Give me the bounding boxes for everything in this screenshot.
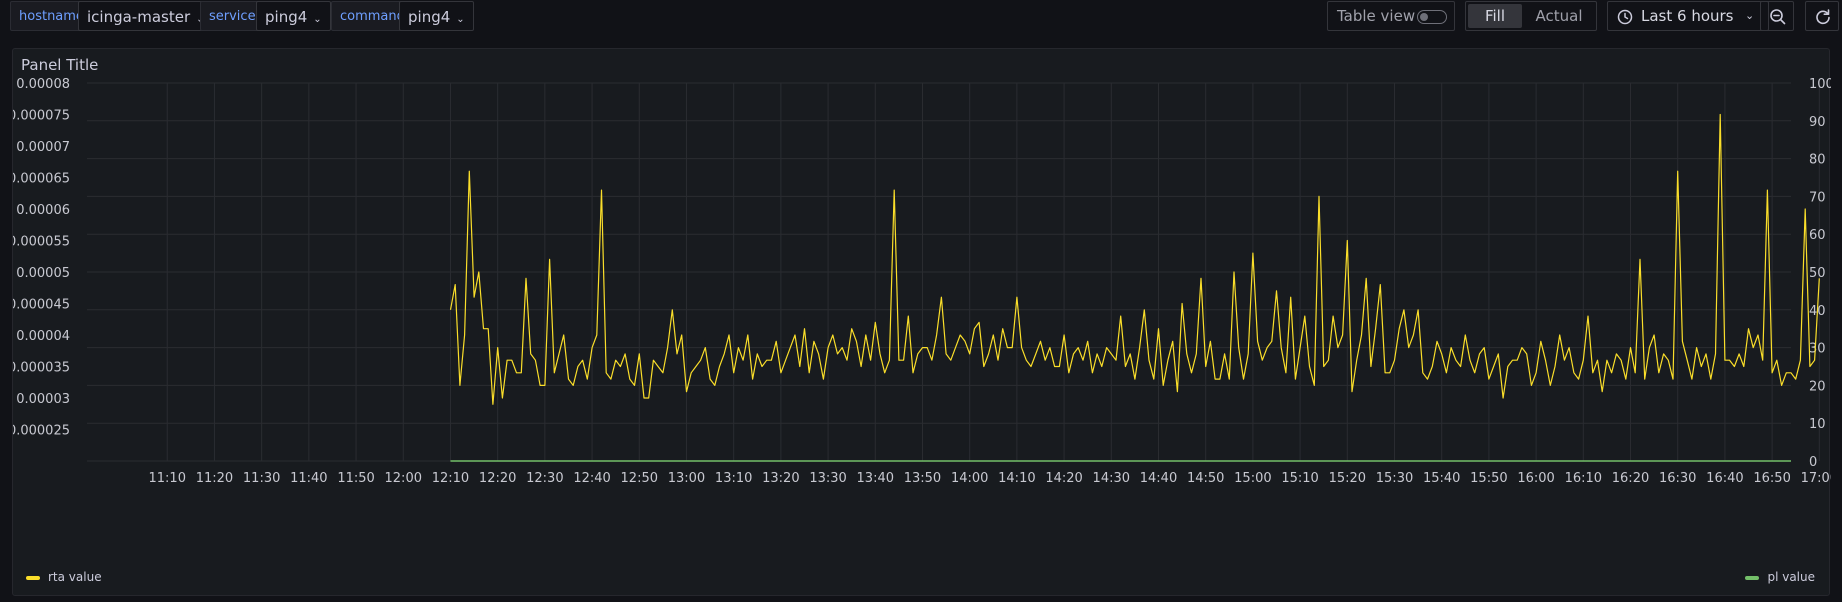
x-tick-label: 14:40 xyxy=(1140,471,1177,486)
x-tick-label: 16:50 xyxy=(1753,471,1790,486)
x-tick-label: 12:00 xyxy=(385,471,422,486)
x-tick-label: 11:10 xyxy=(149,471,186,486)
x-tick-label: 16:40 xyxy=(1706,471,1743,486)
x-tick-label: 15:30 xyxy=(1376,471,1413,486)
y-left-tick-label: 0.000065 xyxy=(13,172,70,187)
y-right-tick-label: 70 xyxy=(1809,190,1826,205)
actual-button[interactable]: Actual xyxy=(1526,4,1592,28)
service-select-value: ping4 xyxy=(265,8,308,26)
time-range-label: Last 6 hours xyxy=(1641,7,1734,25)
graph-panel: Panel Title 11:10 11:20 11:30 11:40 11:50 12:… xyxy=(12,48,1831,597)
x-tick-label: 12:20 xyxy=(479,471,516,486)
zoom-out-icon xyxy=(1770,9,1786,25)
y-left-tick-label: 0.000075 xyxy=(13,109,70,124)
y-right-tick-label: 50 xyxy=(1809,266,1826,281)
y-left-tick-label: 0.00006 xyxy=(16,203,70,218)
y-right-tick-label: 90 xyxy=(1809,115,1826,130)
x-tick-label: 16:20 xyxy=(1612,471,1649,486)
x-tick-label: 14:10 xyxy=(998,471,1035,486)
hostname-select[interactable]: icinga-master⌄ xyxy=(78,1,214,31)
x-tick-label: 15:10 xyxy=(1281,471,1318,486)
time-series-chart[interactable]: 11:10 11:20 11:30 11:40 11:50 12:00 12:10 12:20… xyxy=(13,49,1831,597)
table-view-label: Table view xyxy=(1337,7,1416,25)
x-tick-label: 14:50 xyxy=(1187,471,1224,486)
x-tick-label: 11:30 xyxy=(243,471,280,486)
service-select[interactable]: ping4 ⌄ xyxy=(256,1,331,31)
y-left-tick-label: 0.00004 xyxy=(16,329,70,344)
x-tick-label: 17:00 xyxy=(1801,471,1831,486)
x-tick-label: 13:00 xyxy=(668,471,705,486)
refresh-icon xyxy=(1816,9,1830,25)
legend-label-pl: pl value xyxy=(1767,570,1815,584)
y-left-tick-label: 0.00003 xyxy=(16,392,70,407)
x-tick-label: 12:10 xyxy=(432,471,469,486)
x-tick-label: 15:50 xyxy=(1470,471,1507,486)
x-tick-label: 14:20 xyxy=(1045,471,1082,486)
y-left-tick-label: 0.00007 xyxy=(16,140,70,155)
y-left-tick-label: 0.000045 xyxy=(13,298,70,313)
legend-label-rta: rta value xyxy=(48,570,102,584)
variable-label-service: service xyxy=(200,1,265,31)
chevron-down-icon: ⌄ xyxy=(313,14,322,25)
toggle-knob xyxy=(1420,13,1428,21)
x-tick-label: 16:00 xyxy=(1517,471,1554,486)
dashboard-toolbar: hostname icinga-master⌄ service ping4⌄ c… xyxy=(0,0,1842,36)
x-tick-label: 13:30 xyxy=(809,471,846,486)
x-tick-label: 13:20 xyxy=(762,471,799,486)
fill-button[interactable]: Fill xyxy=(1468,4,1522,28)
chevron-down-icon: ⌄ xyxy=(456,14,465,25)
chevron-down-icon: ⌄ xyxy=(1745,9,1755,22)
legend-swatch-pl xyxy=(1745,575,1760,580)
x-tick-label: 11:50 xyxy=(337,471,374,486)
zoom-out-button[interactable] xyxy=(1760,1,1794,31)
legend-item-rta[interactable]: rta value xyxy=(26,570,102,584)
legend-swatch-rta xyxy=(26,575,40,580)
command-select[interactable]: ping4 ⌄ xyxy=(399,1,474,31)
rta-series-line xyxy=(449,113,1820,405)
y-left-tick-label: 0.00005 xyxy=(16,266,70,281)
x-tick-label: 13:40 xyxy=(857,471,894,486)
x-tick-label: 13:10 xyxy=(715,471,752,486)
y-left-tick-label: 0.00008 xyxy=(16,77,70,92)
refresh-button[interactable] xyxy=(1805,1,1839,31)
x-tick-label: 13:50 xyxy=(904,471,941,486)
clock-icon xyxy=(1617,9,1633,25)
fill-actual-switch: Fill Actual xyxy=(1465,1,1597,31)
x-tick-label: 15:00 xyxy=(1234,471,1271,486)
x-tick-label: 12:30 xyxy=(526,471,563,486)
legend-item-pl[interactable]: pl value xyxy=(1745,570,1815,584)
x-tick-label: 15:20 xyxy=(1329,471,1366,486)
y-right-tick-label: 100 xyxy=(1809,77,1831,92)
y-left-tick-label: 0.000025 xyxy=(13,424,70,439)
x-tick-label: 11:40 xyxy=(290,471,327,486)
y-right-tick-label: 20 xyxy=(1809,379,1826,394)
x-tick-label: 11:20 xyxy=(196,471,233,486)
command-select-value: ping4 xyxy=(408,8,451,26)
y-right-tick-label: 60 xyxy=(1809,228,1826,243)
y-right-tick-label: 80 xyxy=(1809,153,1826,168)
time-range-picker[interactable]: Last 6 hours ⌄ xyxy=(1607,1,1769,31)
x-tick-label: 14:30 xyxy=(1093,471,1130,486)
table-view-toggle[interactable] xyxy=(1417,10,1447,24)
y-right-tick-label: 0 xyxy=(1809,455,1817,470)
x-tick-label: 14:00 xyxy=(951,471,988,486)
x-tick-label: 12:50 xyxy=(621,471,658,486)
x-tick-label: 16:10 xyxy=(1565,471,1602,486)
table-view-control: Table view xyxy=(1327,1,1455,31)
x-tick-label: 15:40 xyxy=(1423,471,1460,486)
x-tick-label: 16:30 xyxy=(1659,471,1696,486)
x-tick-label: 12:40 xyxy=(573,471,610,486)
y-left-tick-label: 0.000055 xyxy=(13,235,70,250)
y-right-tick-label: 10 xyxy=(1809,417,1826,432)
y-left-tick-label: 0.000035 xyxy=(13,361,70,376)
y-right-tick-label: 30 xyxy=(1809,342,1826,357)
hostname-select-value: icinga-master xyxy=(87,8,191,26)
